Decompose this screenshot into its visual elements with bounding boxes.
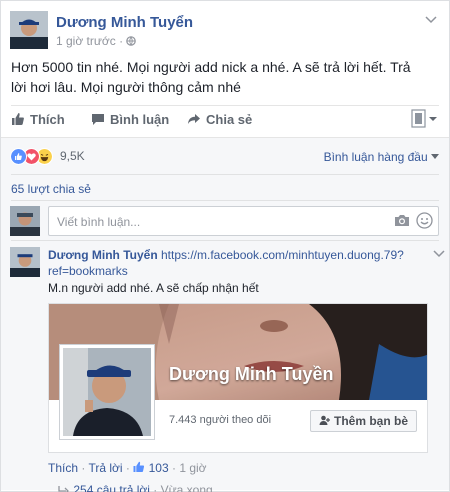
reaction-count[interactable]: 9,5K (60, 149, 85, 163)
comment-button[interactable]: Bình luận (91, 112, 169, 127)
comment-like-link[interactable]: Thích (48, 461, 78, 475)
globe-icon (126, 36, 137, 46)
viewer-avatar (10, 206, 40, 236)
divider (11, 200, 439, 201)
comment-order-selector[interactable]: Bình luận hàng đầu (324, 150, 439, 164)
caret-down-icon (431, 154, 439, 159)
preview-follower-count: 7.443 người theo dõi (169, 414, 272, 426)
add-friend-button[interactable]: Thêm bạn bè (309, 410, 417, 432)
post-text: Hơn 5000 tin nhé. Mọi người add nick a n… (11, 59, 411, 95)
comment-author-avatar[interactable] (10, 247, 40, 277)
like-icon (10, 148, 27, 165)
comment-composer: Viết bình luận... (10, 206, 439, 238)
thumbs-up-icon (133, 461, 145, 472)
share-arrow-icon (188, 114, 200, 124)
comment-body: Dương Minh Tuyển https://m.facebook.com/… (48, 247, 425, 279)
emoji-smiley-icon[interactable] (416, 212, 433, 229)
preview-profile-name: Dương Minh Tuyền (169, 364, 334, 384)
comment-bubble-icon (92, 114, 104, 125)
profile-link-preview[interactable]: Dương Minh Tuyền 7.443 người theo dõi Th… (48, 303, 428, 453)
comment-actions: Thích · Trả lời · 103 · 1 giờ (48, 461, 207, 475)
divider (11, 174, 439, 175)
post-card: Dương Minh Tuyển 1 giờ trước · Hơn 5000 … (0, 0, 450, 492)
post-meta: 1 giờ trước · (56, 34, 137, 48)
reply-arrow-icon (58, 486, 69, 492)
comment-reply-link[interactable]: Trả lời (88, 461, 122, 475)
post-author[interactable]: Dương Minh Tuyển (56, 14, 193, 31)
comment-label: Bình luận (110, 112, 170, 127)
add-friend-label: Thêm bạn bè (333, 414, 408, 428)
comment-order-label: Bình luận hàng đầu (323, 150, 428, 164)
comment-options-chevron-icon[interactable] (433, 247, 445, 261)
comment-author[interactable]: Dương Minh Tuyển (48, 248, 158, 262)
divider (11, 240, 439, 241)
thumbs-up-icon (12, 113, 24, 125)
share-button[interactable]: Chia sẻ (187, 112, 252, 127)
post-time[interactable]: 1 giờ trước (56, 34, 116, 48)
post-action-bar: Thích Bình luận Chia sẻ (11, 105, 439, 135)
reactions-row: 9,5K Bình luận hàng đầu (10, 148, 439, 170)
share-label: Chia sẻ (206, 112, 253, 127)
like-label: Thích (30, 112, 65, 127)
like-button[interactable]: Thích (11, 112, 65, 127)
share-audience-selector[interactable] (411, 108, 439, 130)
replies-time: Vừa xong (160, 483, 213, 492)
post-options-chevron-icon[interactable] (425, 13, 437, 27)
view-replies-link[interactable]: 254 câu trả lời · Vừa xong (58, 483, 213, 492)
share-count[interactable]: 65 lượt chia sẻ (11, 182, 91, 196)
post-header: Dương Minh Tuyển 1 giờ trước · (10, 11, 439, 51)
comment-time[interactable]: 1 giờ (179, 461, 206, 475)
comment: Dương Minh Tuyển https://m.facebook.com/… (10, 247, 445, 492)
preview-profile-picture (59, 344, 155, 440)
feedback-section: 9,5K Bình luận hàng đầu 65 lượt chia sẻ … (1, 137, 449, 492)
comment-like-count[interactable]: 103 (149, 461, 169, 475)
author-avatar[interactable] (10, 11, 48, 49)
add-friend-icon (319, 415, 330, 425)
camera-icon[interactable] (394, 214, 410, 227)
comment-input[interactable]: Viết bình luận... (48, 206, 439, 236)
comment-text: M.n người add nhé. A sẽ chấp nhận hết (48, 281, 259, 295)
replies-count: 254 câu trả lời (73, 483, 150, 492)
